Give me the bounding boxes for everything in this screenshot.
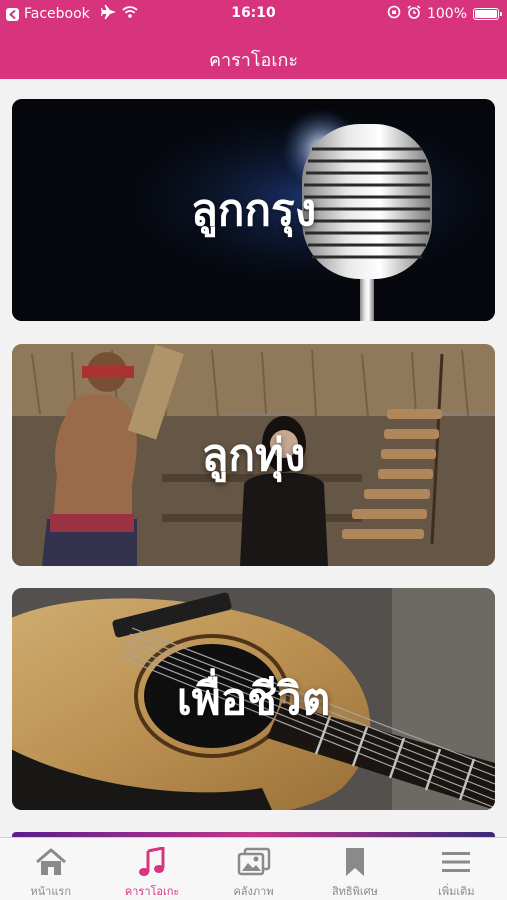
photo-gallery-icon xyxy=(237,846,271,878)
rotation-lock-icon xyxy=(387,5,401,23)
menu-icon xyxy=(441,846,471,878)
category-label: ลูกกรุง xyxy=(190,185,317,236)
bottom-tab-bar: หน้าแรก คาราโอเกะ คลังภาพ สิทธิพิเศษ เพิ… xyxy=(0,837,507,900)
battery-icon xyxy=(473,8,502,20)
tab-label: สิทธิพิเศษ xyxy=(331,885,378,898)
tab-label: คลังภาพ xyxy=(233,885,274,898)
tab-karaoke[interactable]: คาราโอเกะ xyxy=(101,838,202,900)
tab-label: หน้าแรก xyxy=(30,885,71,898)
tab-label: เพิ่มเติม xyxy=(438,885,475,898)
bookmark-icon xyxy=(344,846,366,878)
app-header: Facebook 16:10 100% คาราโอเกะ xyxy=(0,0,507,79)
tab-label: คาราโอเกะ xyxy=(124,885,180,898)
category-card-luk-thung[interactable]: ลูกทุ่ง xyxy=(12,344,495,566)
karaoke-category-list[interactable]: ลูกกรุง ลูกทุ่ง เพื่อชีวิต xyxy=(0,79,507,837)
tab-home[interactable]: หน้าแรก xyxy=(0,838,101,900)
tab-gallery[interactable]: คลังภาพ xyxy=(203,838,304,900)
battery-percent: 100% xyxy=(426,6,467,22)
category-label: เพื่อชีวิต xyxy=(176,674,331,725)
alarm-icon xyxy=(407,5,421,23)
category-card-luk-krung[interactable]: ลูกกรุง xyxy=(12,99,495,321)
tab-more[interactable]: เพิ่มเติม xyxy=(406,838,507,900)
tab-privileges[interactable]: สิทธิพิเศษ xyxy=(304,838,405,900)
category-card-phuea-chiwit[interactable]: เพื่อชีวิต xyxy=(12,588,495,810)
category-label: ลูกทุ่ง xyxy=(201,430,306,481)
status-bar: Facebook 16:10 100% xyxy=(0,0,507,28)
home-icon xyxy=(34,846,68,878)
page-title: คาราโอเกะ xyxy=(208,50,299,71)
music-note-icon xyxy=(138,846,166,878)
